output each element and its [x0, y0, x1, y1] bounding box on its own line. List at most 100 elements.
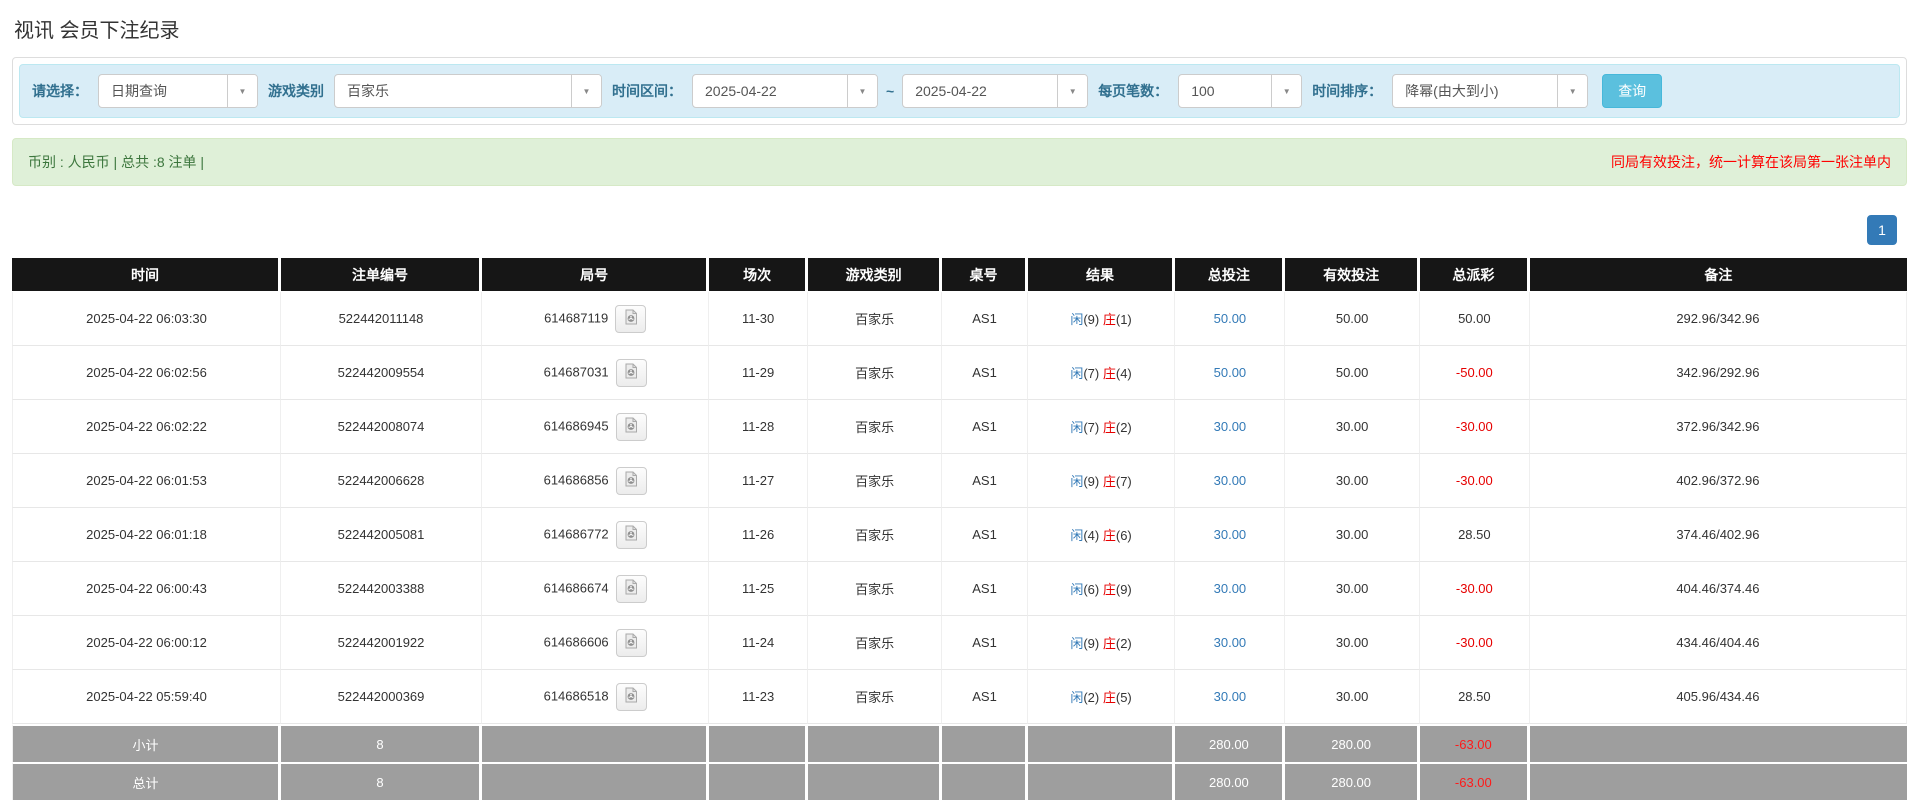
chevron-down-icon: ▼: [1271, 75, 1301, 107]
cell-session: 11-29: [709, 346, 808, 400]
cell-bet-no: 522442011148: [281, 292, 482, 346]
header-total-bet: 总投注: [1175, 258, 1285, 292]
total-bet-link[interactable]: 30.00: [1214, 527, 1247, 542]
time-sort-value: 降幂(由大到小): [1393, 75, 1557, 107]
cell-table-no: AS1: [942, 616, 1027, 670]
result-banker: 庄(1): [1103, 312, 1132, 327]
round-no-text: 614686606: [544, 634, 609, 649]
cell-game-category: 百家乐: [808, 454, 943, 508]
cell-total-bet: 50.00: [1175, 292, 1285, 346]
cell-empty: [1028, 724, 1176, 762]
cell-remark: 434.46/404.46: [1530, 616, 1907, 670]
page-size-value: 100: [1179, 75, 1271, 107]
summary-row: 小计8280.00280.00-63.00: [12, 724, 1907, 762]
summary-left-text: 币别 : 人民币 | 总共 :8 注单 |: [28, 152, 204, 172]
video-replay-button[interactable]: [616, 521, 647, 549]
summary-bar: 币别 : 人民币 | 总共 :8 注单 | 同局有效投注，统一计算在该局第一张注…: [12, 138, 1907, 186]
header-game-category: 游戏类别: [808, 258, 943, 292]
cell-time: 2025-04-22 06:01:18: [12, 508, 281, 562]
page-title: 视讯 会员下注纪录: [14, 14, 1907, 43]
result-player: 闲(9): [1070, 474, 1099, 489]
page-size-select[interactable]: 100 ▼: [1178, 74, 1302, 108]
table-row: 2025-04-22 06:02:56522442009554614687031…: [12, 346, 1907, 400]
date-to-select[interactable]: 2025-04-22 ▼: [902, 74, 1088, 108]
cell-session: 11-24: [709, 616, 808, 670]
header-round-no: 局号: [482, 258, 709, 292]
video-replay-icon: [623, 363, 639, 382]
cell-remark: 404.46/374.46: [1530, 562, 1907, 616]
video-replay-button[interactable]: [616, 413, 647, 441]
cell-table-no: AS1: [942, 454, 1027, 508]
video-replay-button[interactable]: [616, 683, 647, 711]
result-banker: 庄(7): [1103, 474, 1132, 489]
time-sort-select[interactable]: 降幂(由大到小) ▼: [1392, 74, 1588, 108]
chevron-down-icon: ▼: [847, 75, 877, 107]
cell-bet-no: 522442008074: [281, 400, 482, 454]
cell-round-no: 614686674: [482, 562, 709, 616]
total-bet-link[interactable]: 30.00: [1214, 689, 1247, 704]
cell-remark: 292.96/342.96: [1530, 292, 1907, 346]
cell-total-bet: 30.00: [1175, 562, 1285, 616]
cell-empty: [709, 724, 808, 762]
cell-round-no: 614687031: [482, 346, 709, 400]
video-replay-button[interactable]: [616, 359, 647, 387]
video-replay-button[interactable]: [616, 629, 647, 657]
page: 视讯 会员下注纪录 请选择： 日期查询 ▼ 游戏类别 百家乐 ▼ 时间区间： 2…: [0, 0, 1919, 800]
cell-valid-bet: 50.00: [1285, 292, 1420, 346]
cell-table-no: AS1: [942, 400, 1027, 454]
cell-time: 2025-04-22 06:02:22: [12, 400, 281, 454]
cell-valid-bet: 30.00: [1285, 454, 1420, 508]
cell-empty: [482, 724, 709, 762]
video-replay-icon: [623, 417, 639, 436]
cell-total-bet: 30.00: [1175, 670, 1285, 724]
chevron-down-icon: ▼: [1057, 75, 1087, 107]
video-replay-button[interactable]: [616, 575, 647, 603]
header-time: 时间: [12, 258, 281, 292]
video-replay-button[interactable]: [616, 467, 647, 495]
cell-time: 2025-04-22 05:59:40: [12, 670, 281, 724]
cell-game-category: 百家乐: [808, 400, 943, 454]
query-type-label: 请选择：: [32, 81, 88, 101]
cell-remark: 342.96/292.96: [1530, 346, 1907, 400]
header-payout: 总派彩: [1420, 258, 1530, 292]
total-bet-link[interactable]: 30.00: [1214, 635, 1247, 650]
header-result: 结果: [1028, 258, 1176, 292]
video-replay-button[interactable]: [615, 305, 646, 333]
game-category-label: 游戏类别: [268, 81, 324, 101]
cell-remark: 405.96/434.46: [1530, 670, 1907, 724]
cell-total-bet: 30.00: [1175, 400, 1285, 454]
date-from-select[interactable]: 2025-04-22 ▼: [692, 74, 878, 108]
round-no-text: 614687031: [544, 364, 609, 379]
round-no-text: 614687119: [544, 310, 608, 325]
cell-empty: [709, 762, 808, 800]
total-bet-link[interactable]: 30.00: [1214, 581, 1247, 596]
total-bet-link[interactable]: 50.00: [1214, 365, 1247, 380]
filter-panel: 请选择： 日期查询 ▼ 游戏类别 百家乐 ▼ 时间区间： 2025-04-22 …: [12, 57, 1907, 125]
time-range-label: 时间区间：: [612, 81, 682, 101]
round-no-text: 614686674: [544, 580, 609, 595]
query-type-select[interactable]: 日期查询 ▼: [98, 74, 258, 108]
cell-game-category: 百家乐: [808, 346, 943, 400]
total-bet-link[interactable]: 30.00: [1214, 473, 1247, 488]
total-bet-link[interactable]: 30.00: [1214, 419, 1247, 434]
cell-result: 闲(9) 庄(2): [1028, 616, 1176, 670]
cell-empty: [808, 724, 943, 762]
query-type-value: 日期查询: [99, 75, 227, 107]
round-no-text: 614686518: [544, 688, 609, 703]
search-button[interactable]: 查询: [1602, 74, 1662, 108]
result-player: 闲(4): [1070, 528, 1099, 543]
table-row: 2025-04-22 05:59:40522442000369614686518…: [12, 670, 1907, 724]
result-banker: 庄(2): [1103, 420, 1132, 435]
cell-payout: 28.50: [1420, 670, 1530, 724]
game-category-select[interactable]: 百家乐 ▼: [334, 74, 602, 108]
video-replay-icon: [623, 633, 639, 652]
result-banker: 庄(9): [1103, 582, 1132, 597]
page-1-button[interactable]: 1: [1867, 215, 1897, 245]
round-no-text: 614686856: [544, 472, 609, 487]
summary-right-notice: 同局有效投注，统一计算在该局第一张注单内: [1611, 152, 1891, 172]
total-bet-link[interactable]: 50.00: [1214, 311, 1247, 326]
cell-bet-no: 522442003388: [281, 562, 482, 616]
video-replay-icon: [623, 579, 639, 598]
header-session: 场次: [709, 258, 808, 292]
cell-result: 闲(7) 庄(2): [1028, 400, 1176, 454]
